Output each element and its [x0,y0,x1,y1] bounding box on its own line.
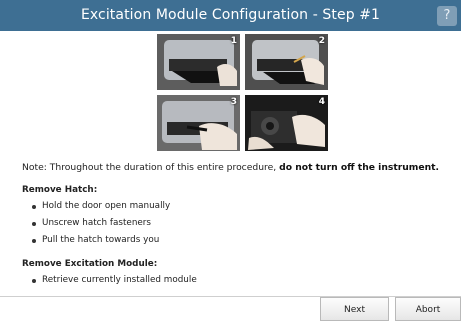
remove-module-heading: Remove Excitation Module: [22,259,158,269]
photo-pull-hatch: 3 [157,95,240,151]
note-text: Note: Throughout the duration of this en… [22,162,280,173]
photo-number: 3 [230,97,237,107]
title-bar: Excitation Module Configuration - Step #… [0,0,461,31]
note-emphasis: do not turn off the instrument. [279,162,440,173]
list-item: Pull the hatch towards you [32,232,170,249]
next-button[interactable]: Next [320,297,389,321]
footer-divider [0,296,461,297]
photo-number: 1 [230,36,237,46]
remove-hatch-steps: Hold the door open manually Unscrew hatc… [32,198,170,249]
list-item: Hold the door open manually [32,198,170,215]
pull-hatch-photo-icon [157,95,240,151]
list-item: Retrieve currently installed module [32,272,197,289]
unscrew-photo-icon [245,34,328,90]
photo-open-door: 1 [157,34,240,90]
remove-hatch-heading: Remove Hatch: [22,185,98,195]
printer-door-photo-icon [157,34,240,90]
instruction-photos: 1 2 3 4 [157,34,332,151]
remove-module-steps: Retrieve currently installed module [32,272,197,289]
help-button[interactable]: ? [437,6,457,26]
dialog-title: Excitation Module Configuration - Step #… [80,7,381,23]
module-photo-icon [245,95,328,151]
configuration-dialog: Excitation Module Configuration - Step #… [0,0,461,323]
photo-unscrew: 2 [245,34,328,90]
photo-number: 2 [318,36,325,46]
photo-number: 4 [318,97,325,107]
abort-button[interactable]: Abort [395,297,461,321]
warning-note: Note: Throughout the duration of this en… [22,162,439,173]
photo-module: 4 [245,95,328,151]
list-item: Unscrew hatch fasteners [32,215,170,232]
